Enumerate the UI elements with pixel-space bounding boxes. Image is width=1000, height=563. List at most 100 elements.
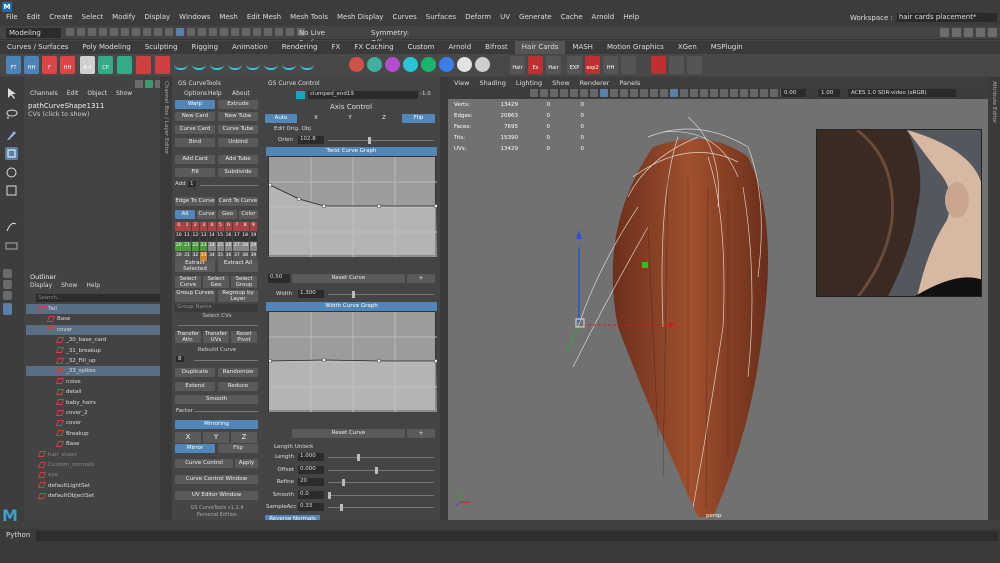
colorspace-dropdown[interactable]: ACES 1.0 SDR-video (sRGB) [848,89,956,97]
slider-knob[interactable] [340,504,343,511]
reset-pivot-button[interactable]: Reset Pivot [231,331,257,343]
menu-surfaces[interactable]: Surfaces [426,13,456,21]
single-pane-icon[interactable] [3,269,12,278]
status-tool-icon[interactable] [154,28,162,36]
command-input[interactable] [36,531,998,541]
status-tool-icon[interactable] [165,28,173,36]
viewport-tool-icon[interactable] [610,89,618,97]
gs-tools-menu-item[interactable]: About [232,90,250,97]
command-line[interactable]: Python [0,529,1000,563]
layer-cell[interactable]: 20 [175,242,183,251]
twist-graph[interactable] [268,156,438,257]
add-value[interactable]: 1 [188,181,196,187]
layer-cell[interactable]: 10 [175,232,183,241]
color-swatch-icon[interactable] [403,57,418,72]
warp-button[interactable]: Warp [175,100,215,109]
geo-button[interactable]: Geo [218,210,237,219]
subdivide-button[interactable]: Subdivide [218,168,258,177]
color-swatch-icon[interactable] [385,57,400,72]
outliner-item[interactable]: _33_spikes [26,366,166,377]
width-slider[interactable] [328,294,434,295]
outliner-item[interactable]: defaultObjectSet [26,491,166,501]
slider-knob[interactable] [357,454,360,461]
twist-add-button[interactable]: + [407,274,435,283]
layer-cell[interactable]: 11 [183,232,191,241]
extrude-button[interactable]: Extrude [218,100,258,109]
viewport-tool-icon[interactable] [580,89,588,97]
outliner-menu-item[interactable]: Show [61,282,77,289]
outliner-item[interactable]: cover [26,324,166,335]
shelf-tool-icon[interactable] [136,56,151,74]
status-tool-icon[interactable] [110,28,118,36]
add-tube-button[interactable]: Add Tube [218,155,258,164]
apply-button[interactable]: Apply [235,459,258,468]
outliner-item[interactable]: Custom_normals [26,460,166,470]
outliner-item[interactable]: cover [26,418,166,428]
layer-cell[interactable]: 29 [249,242,258,251]
edge-to-curve-button[interactable]: Edge To Curve [175,197,215,206]
shelf-tool-icon[interactable]: Hair [546,56,561,74]
move-tool-icon[interactable] [5,147,18,160]
layer-cell[interactable]: 21 [183,242,191,251]
color-swatch-icon[interactable] [457,57,472,72]
shelf-zigzag-icon[interactable] [282,60,296,70]
axis-auto-button[interactable]: Auto [265,114,297,123]
layer-cell[interactable]: 18 [241,232,249,241]
layer-cell[interactable]: 14 [208,232,216,241]
menu-edit[interactable]: Edit [27,13,41,21]
layer-cell[interactable]: 13 [199,232,208,241]
shelf-tab[interactable]: Poly Modeling [75,41,137,54]
curve-tool-icon[interactable] [5,220,18,233]
new-card-button[interactable]: New Card [175,112,215,121]
shelf-zigzag-icon[interactable] [228,60,242,70]
fill-button[interactable]: Fill [175,168,215,177]
layer-cell[interactable]: 12 [191,232,200,241]
menu-mesh-display[interactable]: Mesh Display [337,13,383,21]
four-pane-icon[interactable] [3,280,12,289]
shelf-tab[interactable]: MSPlugin [704,41,750,54]
status-tool-icon[interactable] [176,28,184,36]
status-tool-icon[interactable] [132,28,140,36]
slider-track[interactable] [328,469,434,471]
slider-track[interactable] [328,494,434,496]
shelf-zigzag-icon[interactable] [246,60,260,70]
channel-menu-item[interactable]: Object [87,90,107,97]
outliner-item[interactable]: _30_base_card [26,335,166,345]
panel-divider[interactable] [440,77,448,520]
extract-selected-button[interactable]: Extract Selected [175,260,215,272]
viewport-menu-item[interactable]: Panels [619,79,640,87]
number-field[interactable]: -1.0 [420,91,431,97]
menu-deform[interactable]: Deform [465,13,491,21]
select-geo-button[interactable]: Select Geo [203,276,229,288]
width-add-button[interactable]: + [407,429,435,438]
shelf-zigzag-icon[interactable] [264,60,278,70]
viewport-tool-icon[interactable] [630,89,638,97]
live-surface-field[interactable]: No Live Surface [296,28,352,47]
toggle-icon[interactable] [145,80,153,88]
menu-file[interactable]: File [6,13,18,21]
layer-cell[interactable]: 9 [249,222,258,231]
rebuild-slider[interactable] [194,360,258,361]
outliner-item[interactable]: hair_sheet [26,450,166,460]
new-tube-button[interactable]: New Tube [218,112,258,121]
orient-slider[interactable] [328,140,434,141]
y-button[interactable]: Y [203,432,229,443]
menu-edit-mesh[interactable]: Edit Mesh [247,13,281,21]
twist-graph-header[interactable]: Twist Curve Graph [266,147,437,156]
slider-track[interactable] [328,507,434,508]
python-label[interactable]: Python [6,531,30,539]
z-button[interactable]: Z [231,432,257,443]
menu-arnold[interactable]: Arnold [592,13,615,21]
randomize-button[interactable]: Randomize [218,368,258,377]
reset-curve-button[interactable]: Reset Curve [292,274,405,283]
curve-name-field[interactable]: clumped_end19 [308,91,418,99]
viewport-tool-icon[interactable] [600,89,608,97]
layer-cell[interactable]: 30 [175,252,183,261]
menu-uv[interactable]: UV [500,13,510,21]
transfer-uvs-button[interactable]: Transfer UVs [203,331,229,343]
viewport-tool-icon[interactable] [560,89,568,97]
channel-menu-item[interactable]: Show [116,90,132,97]
status-tool-icon[interactable] [66,28,74,36]
shelf-zigzag-icon[interactable] [210,60,224,70]
menu-select[interactable]: Select [82,13,104,21]
